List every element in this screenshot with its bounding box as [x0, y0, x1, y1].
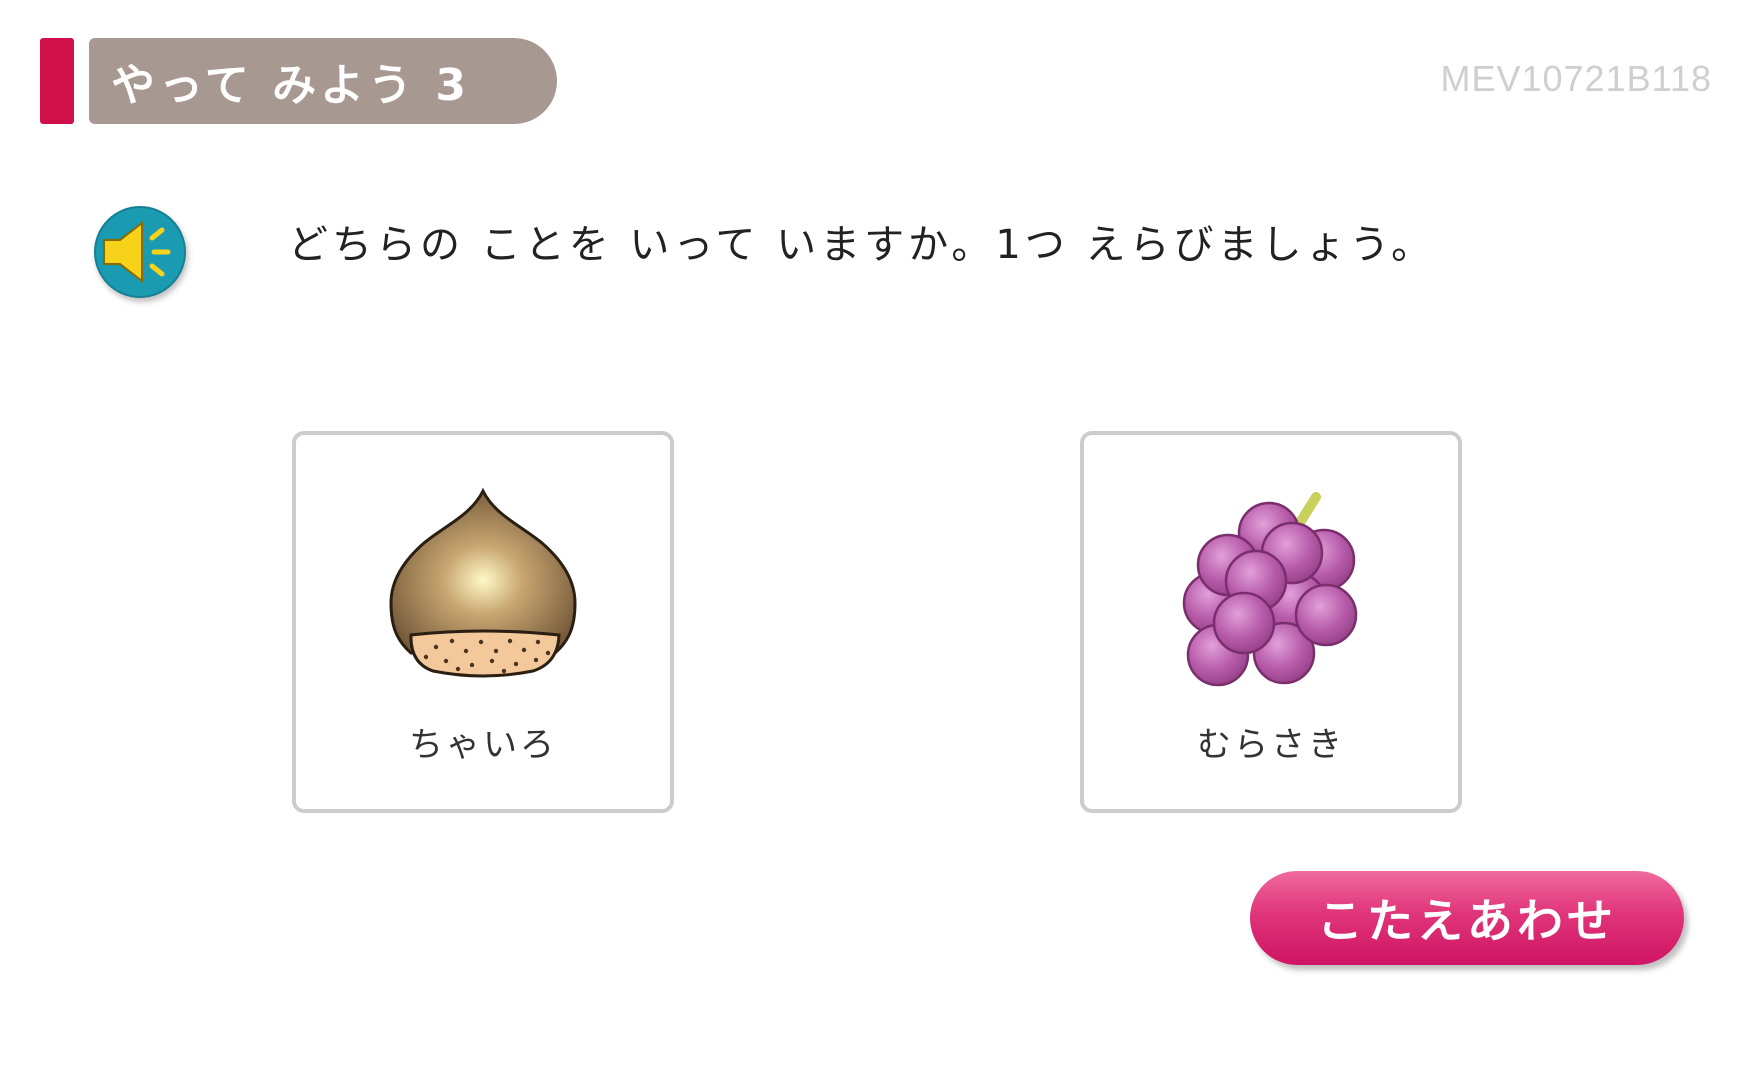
choice-card-chestnut[interactable]: ちゃいろ	[292, 431, 674, 813]
page-title: やって みよう 3	[111, 60, 471, 111]
header-accent-bar	[40, 38, 74, 124]
play-audio-button[interactable]	[94, 206, 186, 298]
choice-label-chestnut: ちゃいろ	[409, 725, 557, 765]
problem-code: MEV10721B118	[1440, 58, 1712, 99]
choice-card-grapes[interactable]: むらさき	[1080, 431, 1462, 813]
header-title-pill: やって みよう 3	[89, 38, 557, 124]
question-text: どちらの ことを いって いますか。1つ えらびましょう。	[288, 222, 1436, 268]
choice-label-grapes: むらさき	[1197, 725, 1345, 765]
speaker-icon	[94, 206, 186, 298]
check-answer-button[interactable]: こたえあわせ	[1250, 871, 1684, 965]
